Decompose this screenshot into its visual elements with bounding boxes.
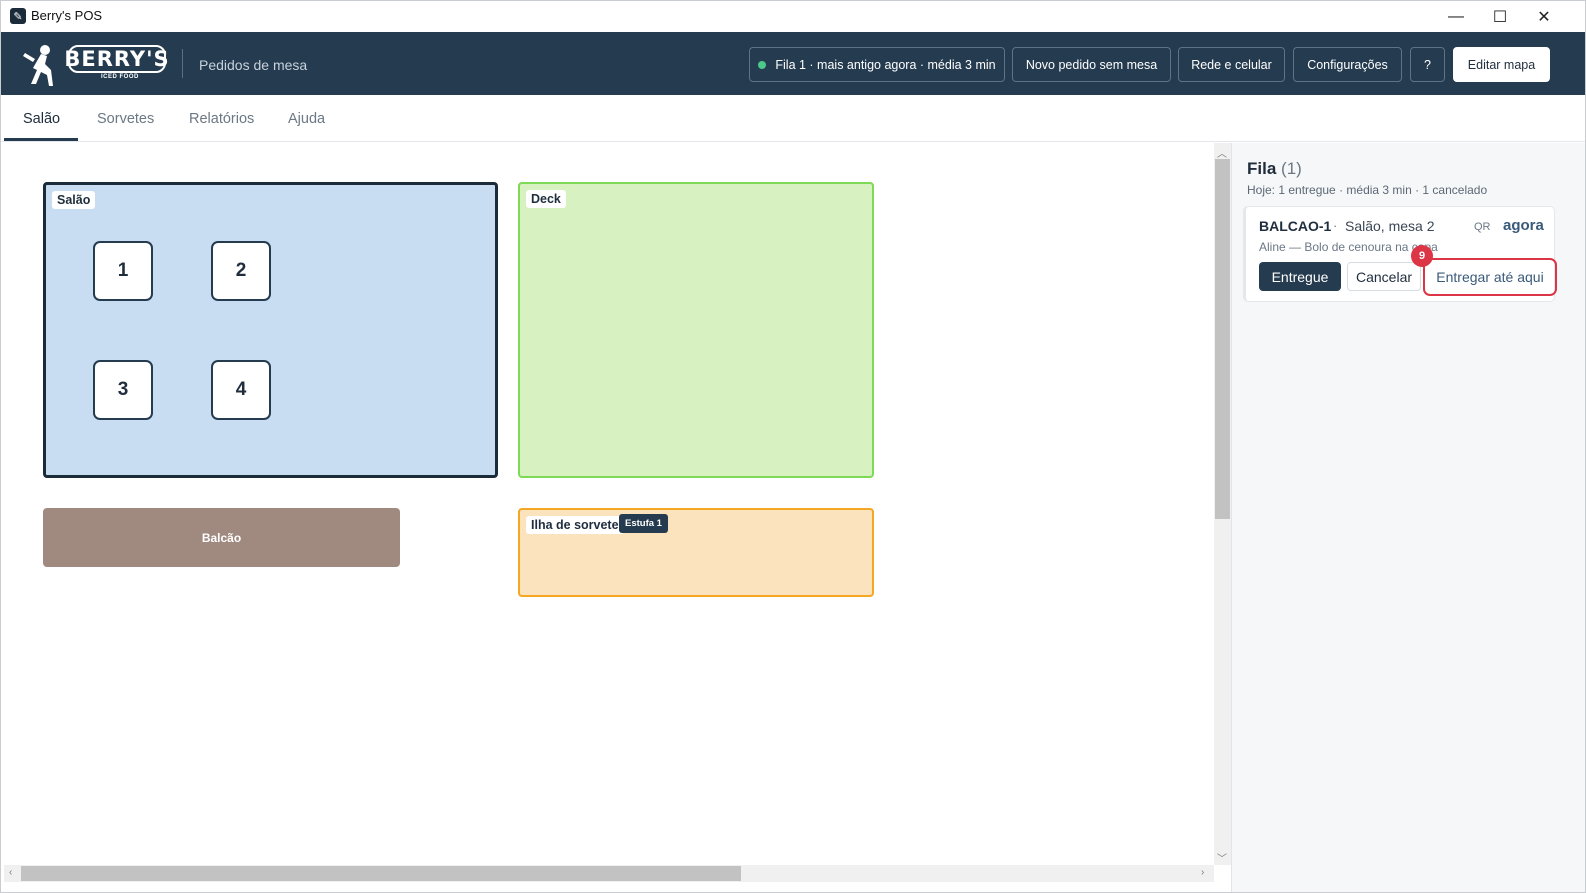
zone-label: Salão (52, 191, 96, 209)
queue-title-text: Fila (1247, 159, 1277, 178)
table-2[interactable]: 2 (211, 241, 271, 301)
help-button[interactable]: ? (1410, 47, 1445, 82)
scroll-down-icon[interactable]: ﹀ (1217, 850, 1227, 865)
order-separator: · (1333, 218, 1338, 233)
maximize-button[interactable]: ☐ (1477, 1, 1523, 32)
close-button[interactable]: ✕ (1521, 1, 1567, 32)
order-id: BALCAO-1 (1259, 218, 1332, 234)
app-icon: ✎ (10, 8, 26, 24)
table-4[interactable]: 4 (211, 360, 271, 420)
cancel-button[interactable]: Cancelar (1347, 262, 1421, 291)
network-button[interactable]: Rede e celular (1178, 47, 1285, 82)
tab-salao[interactable]: Salão (23, 111, 60, 127)
active-tab-indicator (4, 138, 78, 141)
logo-subtext: ICED FOOD (101, 74, 139, 80)
zone-label: Deck (526, 190, 566, 208)
edit-map-button[interactable]: Editar mapa (1453, 47, 1550, 82)
zone-balcao[interactable]: Balcão (43, 508, 400, 567)
header-divider (182, 49, 183, 78)
order-location: Salão, mesa 2 (1345, 218, 1435, 234)
table-1[interactable]: 1 (93, 241, 153, 301)
zone-ilha-de-sorvete[interactable]: Ilha de sorvete (518, 508, 874, 597)
highlight-box (1423, 258, 1557, 296)
horizontal-scroll-thumb[interactable] (21, 866, 741, 881)
app-window: ✎ Berry's POS — ☐ ✕ BERRY'S ICED FOOD Pe… (0, 0, 1586, 893)
queue-count: (1) (1281, 159, 1302, 178)
tab-relatorios[interactable]: Relatórios (189, 111, 254, 127)
zone-salao[interactable]: Salão (43, 182, 498, 478)
delivered-button[interactable]: Entregue (1259, 262, 1341, 291)
vertical-scroll-thumb[interactable] (1215, 159, 1230, 519)
table-3[interactable]: 3 (93, 360, 153, 420)
title-bar: ✎ Berry's POS — ☐ ✕ (1, 1, 1585, 32)
queue-title: Fila (1) (1247, 159, 1302, 179)
scroll-right-icon[interactable]: › (1201, 867, 1204, 878)
status-dot-icon (758, 60, 767, 69)
estufa-badge[interactable]: Estufa 1 (619, 514, 668, 533)
minimize-button[interactable]: — (1433, 1, 1479, 32)
order-source-badge: QR (1474, 221, 1491, 233)
queue-summary: Hoje: 1 entregue · média 3 min · 1 cance… (1247, 183, 1488, 197)
step-marker: 9 (1411, 245, 1433, 267)
tab-ajuda[interactable]: Ajuda (288, 111, 325, 127)
order-time: agora (1503, 217, 1544, 234)
queue-status-label: Fila 1 · mais antigo agora · média 3 min (775, 57, 996, 72)
tab-sorvetes[interactable]: Sorvetes (97, 111, 154, 127)
queue-status-button[interactable]: Fila 1 · mais antigo agora · média 3 min (749, 47, 1005, 82)
header-subtitle: Pedidos de mesa (199, 57, 308, 73)
zone-deck[interactable]: Deck (518, 182, 874, 478)
settings-button[interactable]: Configurações (1293, 47, 1402, 82)
zone-label: Ilha de sorvete (526, 516, 624, 534)
scroll-left-icon[interactable]: ‹ (9, 867, 12, 878)
logo: BERRY'S (64, 45, 170, 73)
scroll-up-icon[interactable]: ︿ (1217, 145, 1227, 160)
new-order-button[interactable]: Novo pedido sem mesa (1012, 47, 1171, 82)
mascot-icon (23, 45, 53, 86)
window-title: Berry's POS (31, 8, 103, 23)
